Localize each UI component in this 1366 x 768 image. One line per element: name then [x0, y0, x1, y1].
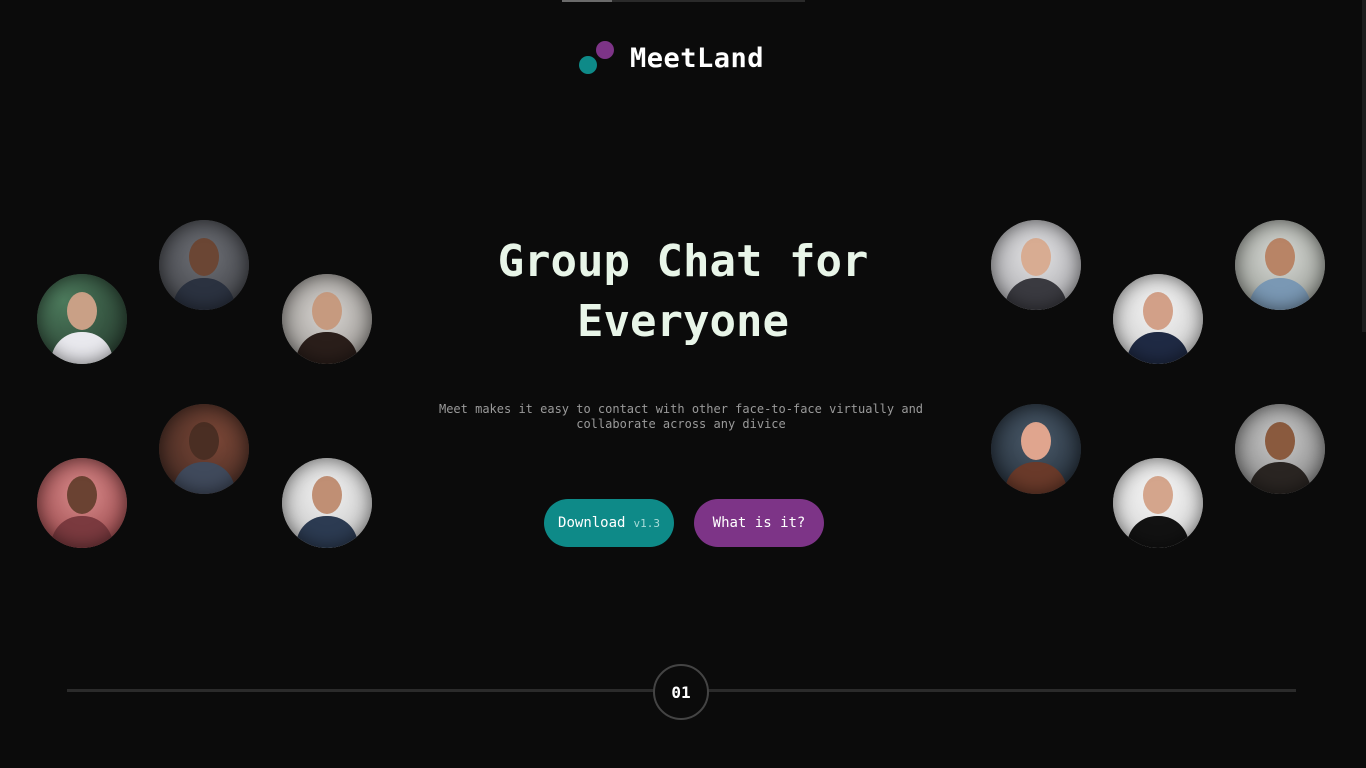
hero-title-line-1: Group Chat for: [497, 236, 869, 287]
download-version: v1.3: [633, 516, 660, 530]
brand-name: MeetLand: [630, 42, 765, 74]
avatar-man-black-jacket: [1113, 458, 1203, 548]
avatar-woman-dark-hair: [282, 274, 372, 364]
download-button[interactable]: Download v1.3: [544, 499, 674, 547]
logo-dots-icon: [578, 40, 618, 76]
download-button-label: Download: [558, 515, 626, 531]
top-scroll-indicator: [562, 0, 805, 2]
page-scrollbar[interactable]: [1362, 0, 1366, 332]
hero-subtitle-line-1: Meet makes it easy to contact with other…: [438, 402, 924, 416]
logo-purple-dot: [596, 41, 614, 59]
section-step-number: 01: [671, 682, 691, 702]
hero-subtitle: Meet makes it easy to contact with other…: [430, 402, 932, 432]
what-is-it-label: What is it?: [712, 515, 806, 531]
hero-title-line-2: Everyone: [577, 296, 789, 347]
logo-teal-dot: [579, 56, 597, 74]
avatar-woman-striped-shirt: [991, 220, 1081, 310]
section-step-indicator[interactable]: 01: [653, 664, 709, 720]
avatar-man-suit-smiling: [1113, 274, 1203, 364]
top-scroll-thumb: [562, 0, 612, 2]
avatar-woman-red-lips: [991, 404, 1081, 494]
avatar-bearded-older-man: [159, 220, 249, 310]
hero-title: Group Chat for Everyone: [433, 232, 933, 352]
what-is-it-button[interactable]: What is it?: [694, 499, 824, 547]
avatar-man-glasses-red-bg: [37, 458, 127, 548]
avatar-woman-smiling-left: [37, 274, 127, 364]
avatar-man-glasses-beard: [1235, 220, 1325, 310]
avatar-man-bearded-casual: [282, 458, 372, 548]
brand-logo[interactable]: MeetLand: [578, 40, 764, 76]
landing-page: MeetLand Group Chat for Everyone Meet ma…: [0, 0, 1366, 768]
hero-subtitle-line-2: collaborate across any divice: [576, 417, 786, 431]
avatar-woman-curly-hair: [1235, 404, 1325, 494]
avatar-man-thinking: [159, 404, 249, 494]
